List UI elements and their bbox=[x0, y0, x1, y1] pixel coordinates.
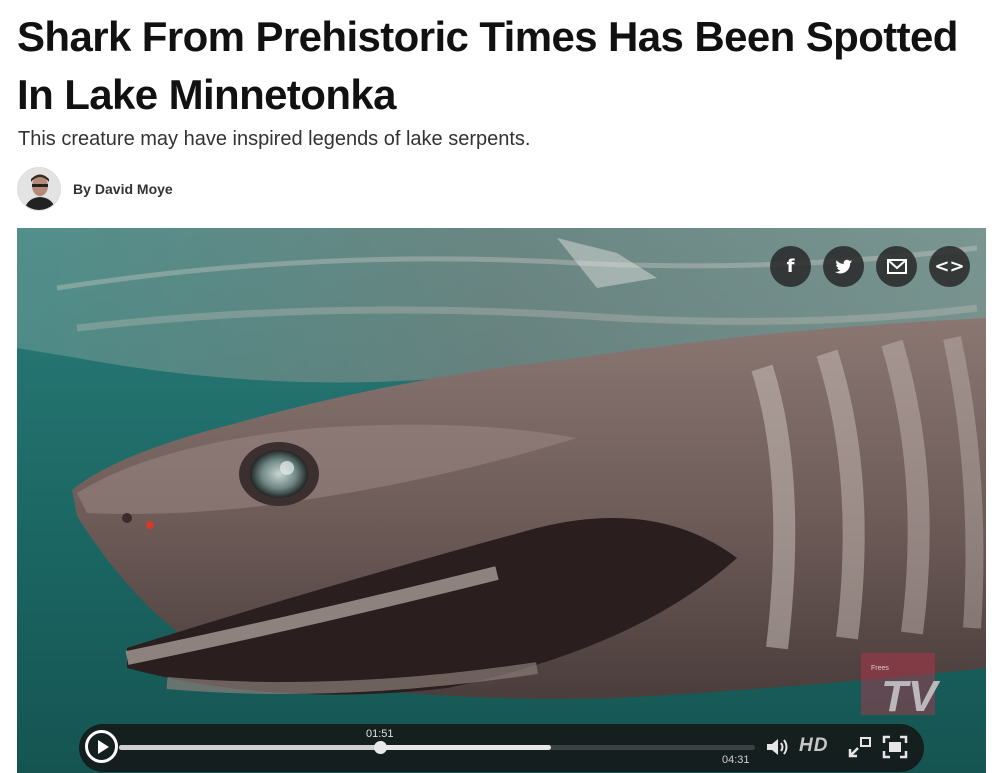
article-subheadline: This creature may have inspired legends … bbox=[18, 128, 531, 150]
facebook-icon: f bbox=[786, 256, 795, 277]
email-share-button[interactable] bbox=[876, 246, 917, 287]
email-icon bbox=[886, 259, 907, 274]
author-name-link[interactable]: David Moye bbox=[95, 181, 173, 197]
volume-icon[interactable] bbox=[765, 736, 791, 758]
channel-logo-text: TV bbox=[881, 672, 941, 719]
byline-prefix: By bbox=[73, 181, 91, 197]
twitter-share-button[interactable] bbox=[823, 246, 864, 287]
play-button[interactable] bbox=[85, 730, 118, 763]
popout-icon[interactable] bbox=[848, 736, 872, 758]
video-controls: 01:51 04:31 HD bbox=[79, 724, 924, 772]
article-headline: Shark From Prehistoric Times Has Been Sp… bbox=[17, 13, 958, 118]
share-bar: f <> bbox=[770, 246, 970, 287]
twitter-icon bbox=[834, 259, 852, 273]
embed-icon: <> bbox=[934, 256, 965, 277]
author-photo bbox=[18, 168, 60, 210]
progress-played bbox=[119, 745, 380, 750]
duration-time: 04:31 bbox=[722, 754, 750, 766]
byline-text: By David Moye bbox=[73, 181, 173, 197]
current-time: 01:51 bbox=[365, 728, 394, 740]
progress-bar[interactable]: 01:51 bbox=[119, 728, 755, 754]
facebook-share-button[interactable]: f bbox=[770, 246, 811, 287]
video-player[interactable]: f <> Frees TV 01:51 04:31 HD bbox=[17, 228, 986, 773]
fullscreen-icon[interactable] bbox=[882, 735, 908, 759]
video-frame-shark bbox=[17, 228, 986, 773]
author-avatar[interactable] bbox=[17, 167, 61, 211]
embed-button[interactable]: <> bbox=[929, 246, 970, 287]
byline: By David Moye bbox=[17, 167, 173, 211]
channel-logo-small-text: Frees bbox=[871, 665, 889, 672]
channel-logo: Frees TV bbox=[861, 653, 941, 719]
hd-quality-button[interactable]: HD bbox=[799, 735, 828, 757]
progress-thumb[interactable] bbox=[373, 741, 387, 754]
